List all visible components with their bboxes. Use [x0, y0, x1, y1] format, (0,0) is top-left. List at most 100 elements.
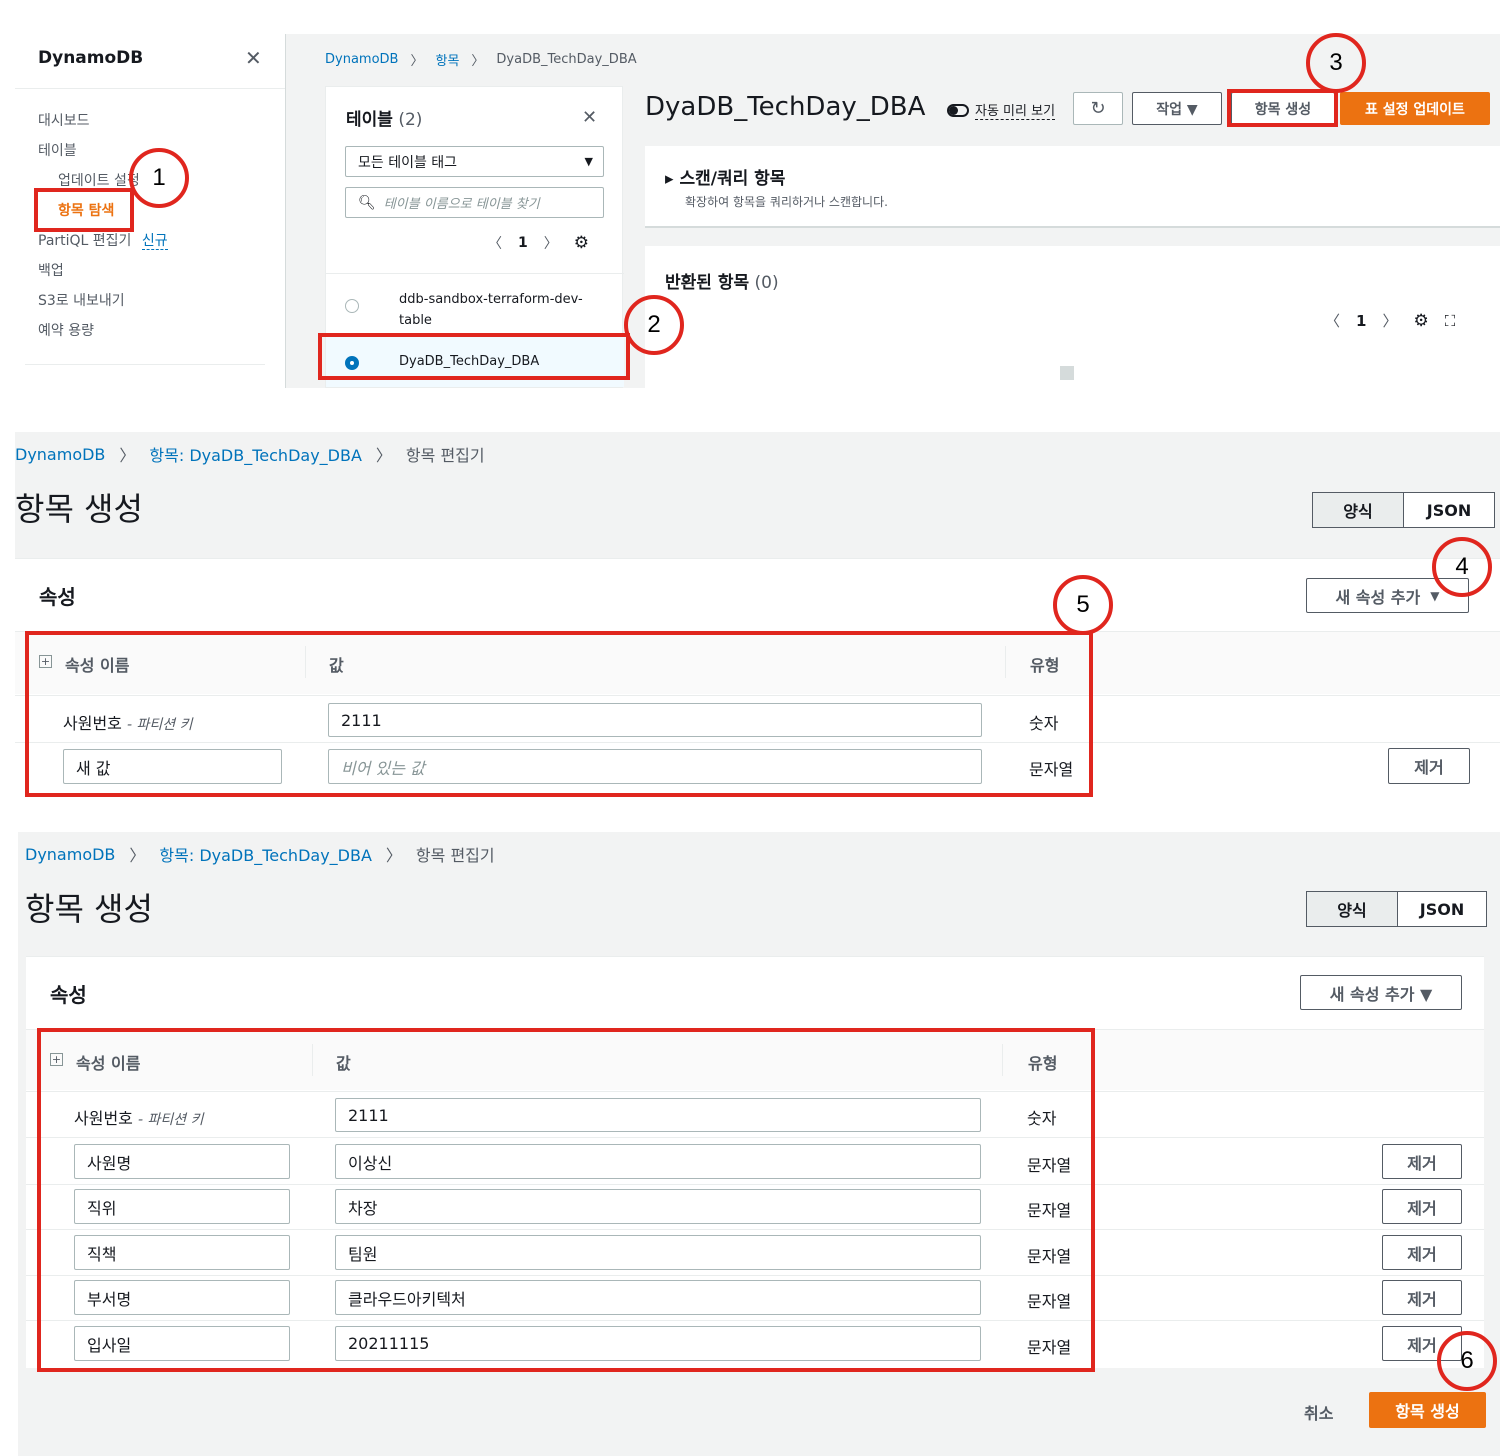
callout-6: 6	[1437, 1331, 1497, 1391]
prev-page-icon[interactable]: 〈	[1325, 310, 1340, 331]
tab-form[interactable]: 양식	[1312, 492, 1404, 528]
prev-page-icon[interactable]: 〈	[488, 233, 502, 253]
scan-description: 확장하여 항목을 쿼리하거나 스캔합니다.	[685, 195, 888, 209]
highlight-selected-table	[318, 333, 630, 380]
actions-button[interactable]: 작업 ▼	[1132, 92, 1222, 125]
sidebar-item-tables[interactable]: 테이블	[38, 140, 77, 160]
chevron-right-icon: 〉	[375, 446, 392, 465]
table-title: DyaDB_TechDay_DBA	[645, 92, 926, 122]
table-search-input[interactable]: 🔍︎ 테이블 이름으로 테이블 찾기	[345, 187, 604, 218]
sidebar-title: DynamoDB	[38, 48, 144, 68]
callout-1: 1	[129, 148, 189, 208]
breadcrumb-table-items[interactable]: 항목: DyaDB_TechDay_DBA	[159, 842, 371, 866]
chevron-right-icon: 〉	[385, 846, 402, 865]
sidebar-close-icon[interactable]: ✕	[245, 46, 262, 70]
caret-down-icon: ▼	[584, 155, 593, 168]
highlight-explore-items	[34, 188, 134, 232]
tag-filter-value: 모든 테이블 태그	[358, 154, 458, 171]
breadcrumb-current: DyaDB_TechDay_DBA	[496, 52, 637, 67]
breadcrumb: DynamoDB 〉 항목: DyaDB_TechDay_DBA 〉 항목 편집…	[25, 842, 495, 866]
page-title: 항목 생성	[25, 890, 153, 928]
tables-title-label: 테이블	[346, 110, 393, 130]
refresh-icon: ↻	[1090, 98, 1106, 119]
tables-pagination: 〈 1 〉 ⚙	[488, 233, 589, 253]
loading-indicator	[1060, 366, 1074, 380]
remove-button[interactable]: 제거	[1382, 1189, 1462, 1224]
remove-button[interactable]: 제거	[1388, 748, 1470, 784]
highlight-create-item	[1227, 89, 1338, 127]
scan-query-section[interactable]: ▸ 스캔/쿼리 항목 확장하여 항목을 쿼리하거나 스캔합니다.	[645, 146, 1500, 228]
remove-button[interactable]: 제거	[1382, 1235, 1462, 1270]
new-badge: 신규	[141, 233, 168, 250]
sidebar-item-export-s3[interactable]: S3로 내보내기	[38, 290, 125, 310]
chevron-right-icon: 〉	[471, 54, 485, 69]
toggle-icon	[947, 103, 969, 117]
returned-pagination: 〈 1 〉 ⚙ ⛶	[1325, 310, 1455, 331]
breadcrumb-items[interactable]: 항목	[435, 50, 459, 69]
tab-form[interactable]: 양식	[1306, 891, 1398, 927]
breadcrumb: DynamoDB 〉 항목: DyaDB_TechDay_DBA 〉 항목 편집…	[15, 442, 485, 466]
breadcrumb-current: 항목 편집기	[405, 446, 485, 465]
next-page-icon[interactable]: 〉	[544, 233, 558, 253]
callout-3: 3	[1306, 33, 1366, 93]
page-number: 1	[518, 235, 528, 251]
scan-title-text: 스캔/쿼리 항목	[679, 169, 786, 189]
returned-title-text: 반환된 항목	[665, 273, 750, 293]
scan-title: ▸ 스캔/쿼리 항목	[665, 169, 786, 189]
next-page-icon[interactable]: 〉	[1382, 310, 1397, 331]
chevron-right-icon: 〉	[119, 446, 136, 465]
chevron-right-icon: 〉	[129, 846, 146, 865]
cancel-button[interactable]: 취소	[1304, 1400, 1333, 1424]
remove-button[interactable]: 제거	[1382, 1144, 1462, 1179]
tables-panel-title: 테이블 (2)	[346, 105, 422, 130]
tag-filter-select[interactable]: 모든 테이블 태그 ▼	[345, 146, 604, 177]
create-item-submit-button[interactable]: 항목 생성	[1369, 1392, 1486, 1428]
returned-title: 반환된 항목 (0)	[665, 268, 779, 293]
breadcrumb-table-items[interactable]: 항목: DyaDB_TechDay_DBA	[149, 442, 361, 466]
tab-json[interactable]: JSON	[1397, 891, 1487, 927]
table-name: ddb-sandbox-terraform-dev-table	[399, 292, 583, 328]
sidebar-item-dashboard[interactable]: 대시보드	[38, 110, 90, 130]
sidebar-item-partiql-label: PartiQL 편집기	[38, 233, 132, 249]
tables-count: (2)	[398, 110, 423, 130]
page-title: 항목 생성	[15, 490, 143, 528]
highlight-filled-attributes	[37, 1028, 1095, 1372]
refresh-button[interactable]: ↻	[1073, 92, 1123, 125]
chevron-right-icon: 〉	[410, 54, 424, 69]
callout-4: 4	[1432, 537, 1492, 597]
gear-icon[interactable]: ⚙	[574, 233, 589, 253]
update-table-button[interactable]: 표 설정 업데이트	[1340, 92, 1490, 125]
auto-preview-label: 자동 미리 보기	[975, 100, 1056, 120]
sidebar-item-backups[interactable]: 백업	[38, 260, 64, 280]
highlight-attributes-table	[25, 631, 1093, 797]
remove-button[interactable]: 제거	[1382, 1280, 1462, 1315]
add-attribute-button[interactable]: 새 속성 추가 ▼	[1300, 975, 1462, 1010]
close-icon[interactable]: ✕	[582, 107, 597, 128]
search-icon: 🔍︎	[358, 194, 376, 211]
tab-json[interactable]: JSON	[1403, 492, 1495, 528]
sidebar-item-partiql[interactable]: PartiQL 편집기 신규	[38, 230, 168, 250]
auto-preview-toggle[interactable]: 자동 미리 보기	[947, 100, 1056, 120]
callout-2: 2	[624, 295, 684, 355]
breadcrumb-dynamodb[interactable]: DynamoDB	[25, 845, 115, 864]
returned-count: (0)	[754, 273, 779, 293]
gear-icon[interactable]: ⚙	[1413, 311, 1428, 331]
panel-table-browser: DynamoDB ✕ 대시보드 테이블 업데이트 설정 항목 탐색 PartiQ…	[15, 34, 1500, 388]
callout-5: 5	[1053, 575, 1113, 635]
sidebar-item-reserved-capacity[interactable]: 예약 용량	[38, 320, 94, 340]
page-number: 1	[1356, 311, 1367, 330]
breadcrumb-dynamodb[interactable]: DynamoDB	[15, 445, 105, 464]
breadcrumb: DynamoDB 〉 항목 〉 DyaDB_TechDay_DBA	[325, 50, 637, 69]
returned-items-section: 반환된 항목 (0) 〈 1 〉 ⚙ ⛶	[645, 246, 1500, 388]
radio-unselected[interactable]	[345, 299, 359, 313]
sidebar-item-update-settings[interactable]: 업데이트 설정	[58, 170, 140, 190]
caret-down-icon: ▼	[1430, 588, 1440, 603]
breadcrumb-dynamodb[interactable]: DynamoDB	[325, 52, 398, 67]
table-search-placeholder: 테이블 이름으로 테이블 찾기	[383, 197, 540, 212]
section-title: 속성	[50, 983, 87, 1007]
table-row-sandbox[interactable]: ddb-sandbox-terraform-dev-table	[326, 283, 624, 333]
add-attribute-label: 새 속성 추가	[1335, 587, 1421, 607]
section-title: 속성	[39, 585, 76, 609]
breadcrumb-current: 항목 편집기	[415, 846, 495, 865]
fullscreen-icon[interactable]: ⛶	[1445, 312, 1456, 330]
